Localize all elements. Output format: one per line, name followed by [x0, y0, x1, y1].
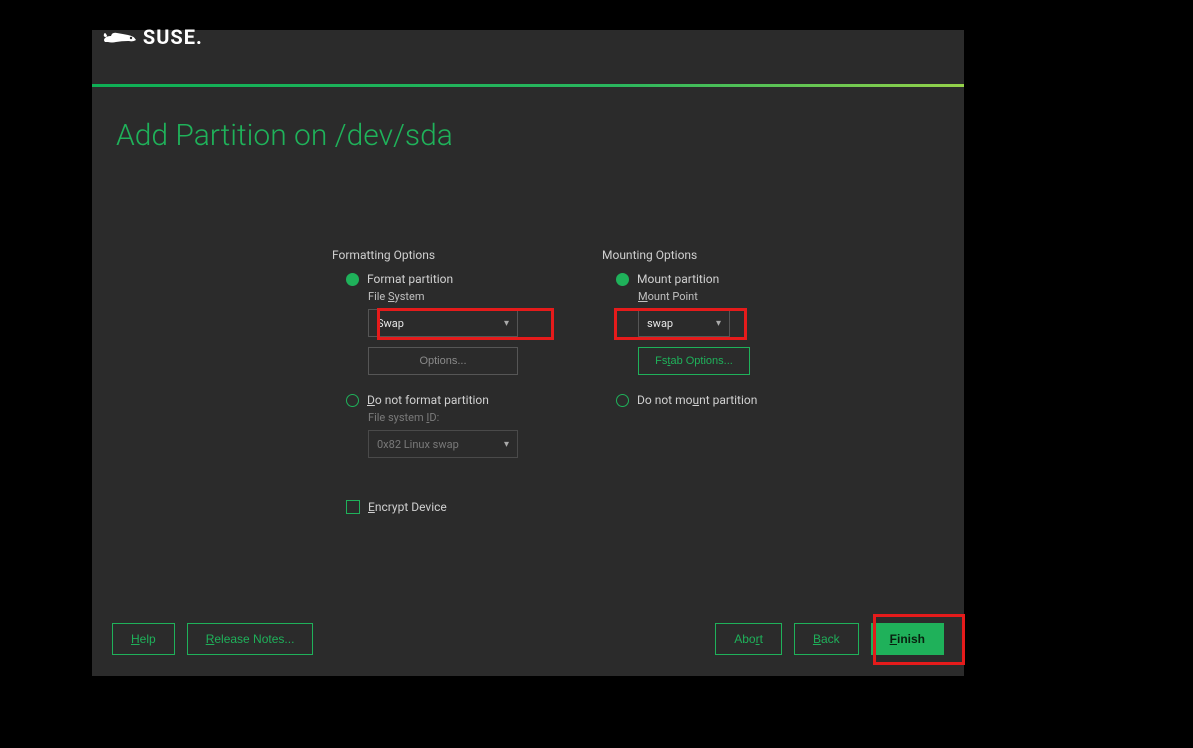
- radio-selected-icon: [346, 273, 359, 286]
- chameleon-icon: [102, 28, 138, 50]
- filesystem-value: Swap: [377, 317, 404, 330]
- help-button[interactable]: Help: [112, 623, 175, 655]
- brand-text: SUSE: [143, 25, 196, 49]
- mounting-column: Mounting Options Mount partition Mount P…: [602, 248, 862, 411]
- fsid-value: 0x82 Linux swap: [377, 438, 459, 451]
- brand-divider: [92, 84, 964, 87]
- radio-selected-icon: [616, 273, 629, 286]
- page-title: Add Partition on /dev/sda: [116, 118, 453, 153]
- no-mount-label: Do not mount partition: [637, 393, 757, 407]
- radio-no-format[interactable]: Do not format partition: [346, 393, 592, 407]
- fsid-select: 0x82 Linux swap ▾: [368, 430, 518, 458]
- filesystem-select[interactable]: Swap ▾: [368, 309, 518, 337]
- format-partition-label: Format partition: [367, 272, 453, 286]
- radio-unselected-icon: [616, 394, 629, 407]
- radio-unselected-icon: [346, 394, 359, 407]
- fs-options-button: Options...: [368, 347, 518, 375]
- encrypt-device-checkbox[interactable]: Encrypt Device: [332, 500, 447, 514]
- installer-panel: SUSE. Add Partition on /dev/sda Formatti…: [92, 30, 964, 676]
- mount-point-label: Mount Point: [638, 290, 862, 303]
- mount-point-value: swap: [647, 317, 673, 330]
- finish-button[interactable]: Finish: [871, 623, 944, 655]
- radio-format-partition[interactable]: Format partition: [346, 272, 592, 286]
- mount-point-select[interactable]: swap ▾: [638, 309, 730, 337]
- mount-partition-label: Mount partition: [637, 272, 719, 286]
- suse-logo: SUSE.: [102, 25, 202, 50]
- wizard-footer: Help Release Notes... Abort Back Finish: [112, 622, 944, 656]
- encrypt-device-label: Encrypt Device: [368, 500, 447, 514]
- chevron-down-icon: ▾: [504, 439, 509, 450]
- abort-button[interactable]: Abort: [715, 623, 782, 655]
- radio-no-mount[interactable]: Do not mount partition: [616, 393, 862, 407]
- fstab-options-button[interactable]: Fstab Options...: [638, 347, 750, 375]
- release-notes-button[interactable]: Release Notes...: [187, 623, 314, 655]
- checkbox-empty-icon: [346, 500, 360, 514]
- fsid-label: File system ID:: [368, 411, 592, 424]
- no-format-label: Do not format partition: [367, 393, 489, 407]
- chevron-down-icon: ▾: [504, 318, 509, 329]
- radio-mount-partition[interactable]: Mount partition: [616, 272, 862, 286]
- back-button[interactable]: Back: [794, 623, 859, 655]
- mounting-heading: Mounting Options: [602, 248, 862, 262]
- chevron-down-icon: ▾: [716, 318, 721, 329]
- formatting-heading: Formatting Options: [332, 248, 592, 262]
- filesystem-label: File System: [368, 290, 592, 303]
- formatting-column: Formatting Options Format partition File…: [332, 248, 592, 468]
